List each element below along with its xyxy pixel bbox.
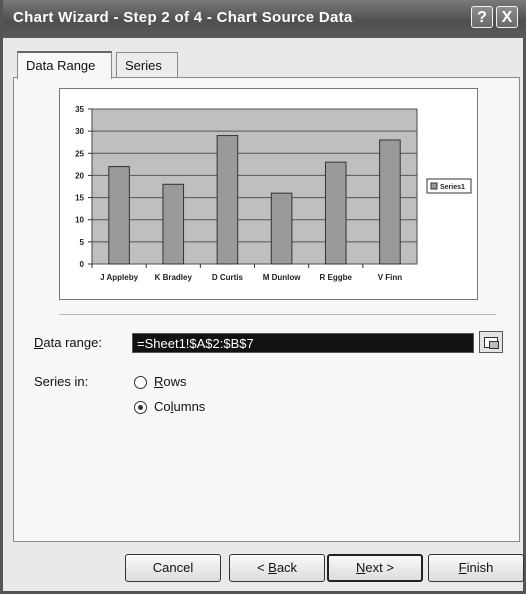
separator (59, 314, 496, 315)
y-tick-label: 25 (75, 149, 84, 158)
legend-swatch (430, 182, 438, 190)
chart-preview: 0 5 10 15 20 25 30 35 J Appleby K Bradley D Curtis… (59, 88, 478, 300)
collapse-dialog-button[interactable] (479, 331, 503, 353)
x-tick-label: K Bradley (155, 273, 193, 282)
x-tick-label: V Finn (378, 273, 403, 282)
bar (270, 192, 293, 265)
y-tick-label: 30 (75, 127, 84, 136)
x-tick-label: D Curtis (212, 273, 244, 282)
x-tick-label: M Dunlow (263, 273, 302, 282)
rows-radio[interactable] (134, 376, 147, 389)
next-button[interactable]: Next > (327, 554, 423, 582)
chart-wizard-dialog: Chart Wizard - Step 2 of 4 - Chart Sourc… (0, 0, 526, 594)
cancel-button[interactable]: Cancel (125, 554, 221, 582)
y-tick-label: 35 (75, 105, 84, 114)
chart-preview-svg: 0 5 10 15 20 25 30 35 J Appleby K Bradley D Curtis… (75, 105, 472, 282)
y-tick-label: 10 (75, 216, 84, 225)
bar (216, 135, 239, 265)
x-tick-label: J Appleby (100, 273, 138, 282)
rows-label[interactable]: Rows (154, 374, 187, 389)
bar (108, 166, 130, 265)
bar (324, 161, 347, 265)
close-button[interactable]: X (496, 6, 518, 28)
bar (162, 183, 185, 265)
help-button[interactable]: ? (471, 6, 493, 28)
back-button[interactable]: < Back (229, 554, 325, 582)
y-tick-label: 20 (75, 171, 84, 180)
data-range-label: Data range: (34, 335, 102, 350)
plot-area (91, 108, 418, 265)
title-bar[interactable]: Chart Wizard - Step 2 of 4 - Chart Sourc… (3, 0, 526, 38)
y-tick-label: 0 (80, 260, 85, 269)
data-range-panel: 0 5 10 15 20 25 30 35 J Appleby K Bradley D Curtis… (13, 77, 520, 542)
series-in-label: Series in: (34, 374, 89, 389)
y-tick-label: 5 (80, 238, 85, 247)
bar (379, 139, 401, 265)
y-tick-label: 15 (75, 194, 84, 203)
tab-series[interactable]: Series (116, 52, 178, 78)
columns-radio[interactable] (134, 401, 147, 414)
columns-label[interactable]: Columns (154, 399, 205, 414)
x-tick-label: R Eggbe (320, 273, 353, 282)
legend-label: Series1 (440, 184, 465, 191)
data-range-input[interactable]: =Sheet1!$A$2:$B$7 (132, 333, 474, 353)
dialog-title: Chart Wizard - Step 2 of 4 - Chart Sourc… (13, 9, 353, 26)
finish-button[interactable]: Finish (428, 554, 524, 582)
tab-data-range[interactable]: Data Range (17, 51, 112, 79)
